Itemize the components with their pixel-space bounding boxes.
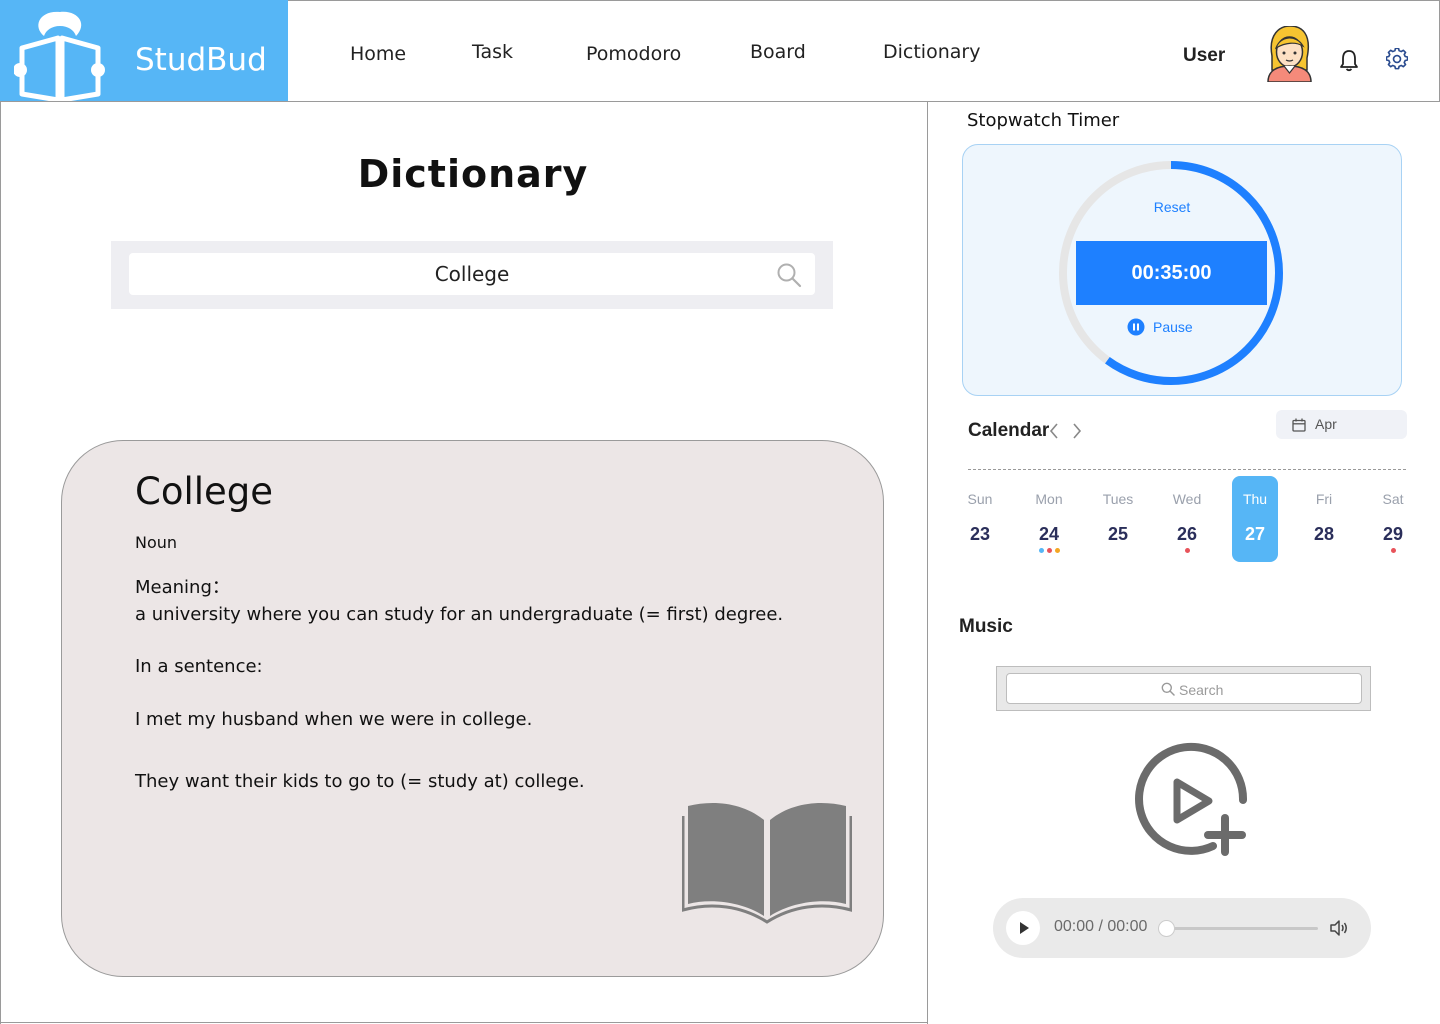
audio-player: 00:00 / 00:00 [993,898,1371,958]
day-number: 24 [1038,524,1060,544]
music-search-input[interactable]: Search [1006,673,1362,704]
meaning-text: a university where you can study for an … [135,604,784,625]
header-border-bottom [0,101,1440,102]
event-dots [1095,548,1141,554]
timer-display: 00:35:00 [1076,241,1267,305]
calendar-day[interactable]: Mon 24 [1026,476,1072,562]
day-name: Fri [1315,491,1333,507]
progress-handle[interactable] [1158,920,1175,937]
day-name: Thu [1242,491,1268,507]
sentence-label: In a sentence: [135,656,263,677]
header-border-top [288,0,1440,1]
nav-dictionary[interactable]: Dictionary [883,41,980,63]
calendar-day[interactable]: Thu 27 [1232,476,1278,562]
pause-label: Pause [1153,319,1193,335]
calendar-day[interactable]: Sat 29 [1370,476,1416,562]
meaning-label: Meaning： [135,577,230,598]
month-label: Apr [1315,416,1337,432]
calendar-day[interactable]: Sun 23 [957,476,1003,562]
user-label[interactable]: User [1183,45,1225,67]
event-dot [1390,548,1396,553]
day-name: Mon [1035,491,1063,507]
event-dots [1301,548,1347,554]
day-name: Sat [1382,491,1404,507]
calendar-icon [1292,418,1306,432]
nav-home[interactable]: Home [350,43,406,65]
day-number: 27 [1244,524,1266,544]
day-name: Wed [1172,491,1202,507]
day-number: 23 [969,524,991,544]
month-selector[interactable]: Apr [1276,410,1407,439]
nav-task[interactable]: Task [472,41,513,63]
day-number: 26 [1176,524,1198,544]
avatar[interactable] [1266,26,1313,82]
play-icon [1020,922,1029,934]
play-button[interactable] [1006,911,1040,945]
event-dots [1164,548,1210,554]
progress-track[interactable] [1166,927,1318,930]
day-number: 25 [1107,524,1129,544]
chevron-left-icon[interactable] [1047,421,1061,441]
reset-button[interactable]: Reset [1120,199,1224,215]
chevron-right-icon[interactable] [1070,421,1084,441]
reading-student-icon [14,11,105,102]
nav-board[interactable]: Board [750,41,806,63]
pause-button[interactable]: Pause [1127,318,1193,336]
add-to-playlist-icon[interactable] [1133,742,1251,860]
event-dots [1026,548,1072,554]
page-title: Dictionary [357,152,589,196]
content-divider [927,101,928,1024]
calendar-title: Calendar [968,420,1050,441]
bell-icon[interactable] [1338,48,1360,72]
example-sentence: I met my husband when we were in college… [135,709,533,730]
event-dot [1184,548,1190,553]
content-border-left [0,101,1,1024]
entry-part-of-speech: Noun [135,533,178,552]
pause-icon [1127,318,1145,336]
stopwatch-title: Stopwatch Timer [967,110,1120,131]
event-dots [1370,548,1416,554]
open-book-icon [682,802,852,924]
calendar-day[interactable]: Tues 25 [1095,476,1141,562]
app-name: StudBud [135,42,267,78]
nav-pomodoro[interactable]: Pomodoro [586,43,681,65]
event-dot [1038,548,1044,553]
day-number: 29 [1382,524,1404,544]
calendar-divider [968,469,1406,470]
calendar-day[interactable]: Wed 26 [1164,476,1210,562]
event-dots [1232,548,1278,554]
event-dot [1054,548,1060,553]
player-time: 00:00 / 00:00 [1054,918,1148,935]
event-dot [1046,548,1052,553]
example-sentence: They want their kids to go to (= study a… [135,771,585,792]
search-icon [1161,682,1175,696]
event-dots [957,548,1003,554]
gear-icon[interactable] [1386,48,1408,70]
music-search-placeholder: Search [1179,682,1224,698]
music-title: Music [959,616,1013,637]
day-number: 28 [1313,524,1335,544]
dictionary-search-input[interactable] [129,253,815,295]
volume-icon[interactable] [1329,919,1349,937]
day-name: Sun [967,491,993,507]
content-border-bottom [0,1022,928,1023]
search-icon[interactable] [776,262,802,288]
logo[interactable]: StudBud [0,0,288,102]
dictionary-search-bar [111,241,833,309]
calendar-day[interactable]: Fri 28 [1301,476,1347,562]
music-search-bar: Search [996,666,1371,711]
day-name: Tues [1102,491,1134,507]
entry-word: College [135,470,274,513]
